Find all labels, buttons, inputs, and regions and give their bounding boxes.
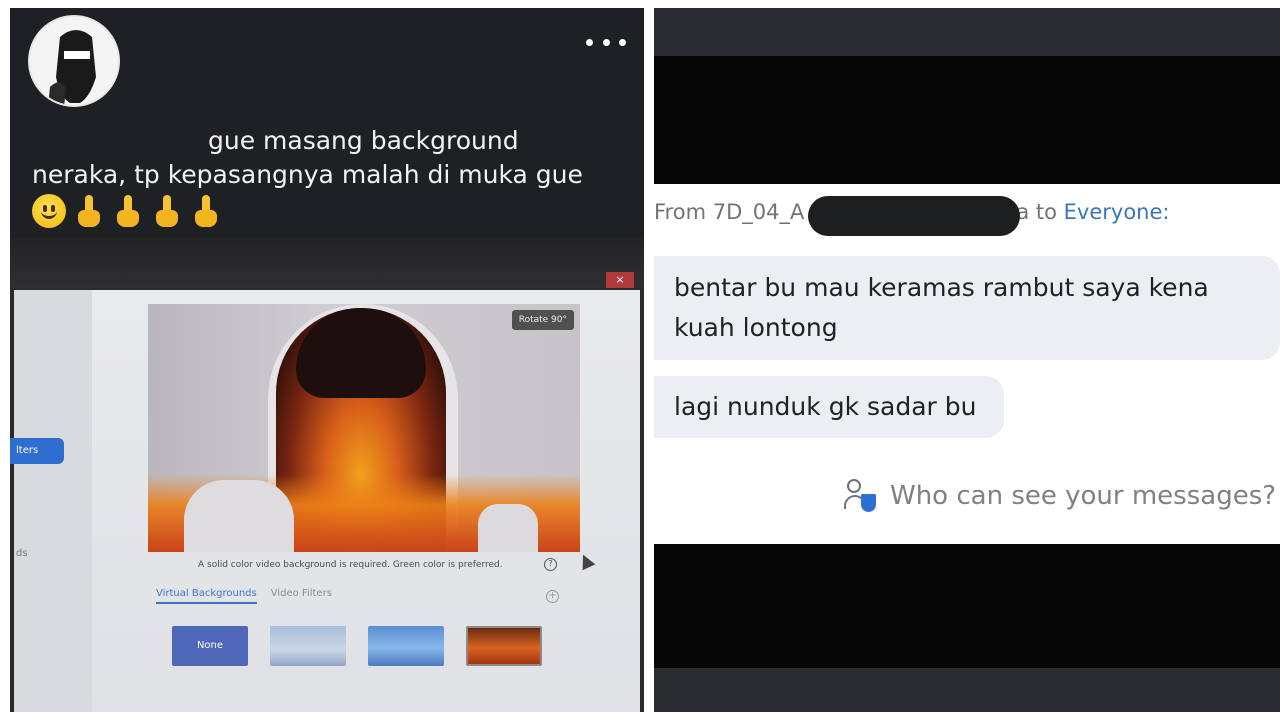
chat-message[interactable]: lagi nunduk gk sadar bu [654, 376, 1004, 438]
social-post-panel: gue masang background neraka, tp kepasan… [10, 8, 644, 712]
middle-finger-emoji-icon [72, 194, 105, 228]
sender-prefix: From 7D_04_A [654, 200, 805, 224]
sidebar-item-filters[interactable]: lters [10, 438, 64, 464]
background-none-button[interactable]: None [172, 626, 248, 666]
rotate-button[interactable]: Rotate 90° [511, 310, 574, 330]
background-blue-sky-thumbnail[interactable] [368, 626, 444, 666]
info-icon[interactable]: ? [544, 558, 557, 571]
chat-messages-area: From 7D_04_A a to Everyone: bentar bu mau… [654, 184, 1280, 544]
black-band-bottom [654, 544, 1280, 668]
add-background-icon[interactable]: + [546, 590, 559, 603]
tab-virtual-backgrounds[interactable]: Virtual Backgrounds [156, 588, 257, 604]
recipient-link[interactable]: Everyone: [1064, 200, 1170, 224]
sender-suffix: a to [1016, 200, 1064, 224]
user-shield-icon [844, 478, 878, 514]
top-bar [654, 8, 1280, 56]
post-header: gue masang background neraka, tp kepasan… [10, 8, 644, 238]
sidebar-item-label: ds [16, 548, 28, 559]
bottom-bar [654, 668, 1280, 712]
mouse-cursor-icon [576, 551, 596, 571]
background-fire-thumbnail[interactable] [466, 626, 542, 666]
avatar[interactable] [28, 15, 120, 107]
smile-emoji-icon [32, 194, 66, 228]
video-preview: Rotate 90° [148, 304, 580, 552]
post-caption: gue masang background neraka, tp kepasan… [30, 124, 630, 192]
close-icon[interactable]: × [606, 272, 634, 288]
middle-finger-emoji-icon [111, 194, 144, 228]
name-redaction [808, 196, 1020, 236]
caption-line-2: neraka, tp kepasangnya malah di muka gue [32, 160, 583, 189]
chat-message[interactable]: bentar bu mau keramas rambut saya kena k… [654, 256, 1280, 360]
who-can-see-messages-link[interactable]: Who can see your messages? [844, 478, 1276, 514]
more-dots-icon[interactable] [586, 32, 626, 52]
background-sky-thumbnail[interactable] [270, 626, 346, 666]
avatar-image [30, 17, 118, 105]
background-thumbnails: None [172, 626, 542, 666]
background-warning-text: A solid color video background is requir… [198, 560, 503, 570]
tab-video-filters[interactable]: Video Filters [271, 588, 332, 604]
black-band-top [654, 56, 1280, 184]
background-tabs: Virtual Backgrounds Video Filters [156, 588, 332, 604]
emoji-row [32, 194, 222, 228]
who-can-see-label: Who can see your messages? [890, 481, 1277, 511]
laptop-screen-photo: × lters ds Rotate 90° A solid color vide… [10, 238, 644, 712]
middle-finger-emoji-icon [189, 194, 222, 228]
background-settings-window: lters ds Rotate 90° A solid color video … [10, 290, 640, 712]
middle-finger-emoji-icon [150, 194, 183, 228]
chat-screenshot-panel: From 7D_04_A a to Everyone: bentar bu mau… [654, 8, 1280, 712]
settings-sidebar [14, 290, 92, 712]
caption-line-1: gue masang background [208, 126, 519, 155]
window-titlebar: × [10, 238, 644, 288]
